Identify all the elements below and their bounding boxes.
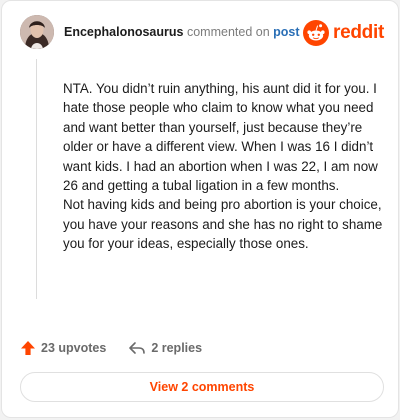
- comment-card: Encephalonosaurus commented on post redd…: [1, 0, 399, 418]
- page: Encephalonosaurus commented on post redd…: [0, 0, 400, 420]
- byline: Encephalonosaurus commented on post: [64, 25, 300, 39]
- replies-stat[interactable]: 2 replies: [128, 340, 202, 356]
- username[interactable]: Encephalonosaurus: [64, 25, 183, 39]
- view-comments-button[interactable]: View 2 comments: [20, 372, 384, 402]
- thread-line: [36, 59, 37, 299]
- reply-arrow-icon: [129, 342, 146, 354]
- avatar-photo-icon: [20, 15, 54, 49]
- comment-body: NTA. You didn’t ruin anything, his aunt …: [63, 81, 383, 252]
- replies-label: 2 replies: [151, 341, 203, 355]
- upvotes-label: 23 upvotes: [41, 341, 107, 355]
- reddit-snoo-icon: [303, 20, 330, 46]
- upvote-arrow-icon: [21, 341, 35, 355]
- post-link[interactable]: post: [273, 25, 299, 39]
- comment-header: Encephalonosaurus commented on post redd…: [20, 15, 384, 51]
- action-text: commented on: [186, 25, 270, 39]
- reddit-logo[interactable]: reddit: [303, 19, 384, 47]
- upvotes-stat[interactable]: 23 upvotes: [20, 340, 106, 356]
- user-avatar[interactable]: [20, 15, 54, 49]
- brand-name: reddit: [333, 22, 384, 43]
- comment-footer: 23 upvotes 2 replies: [20, 337, 224, 359]
